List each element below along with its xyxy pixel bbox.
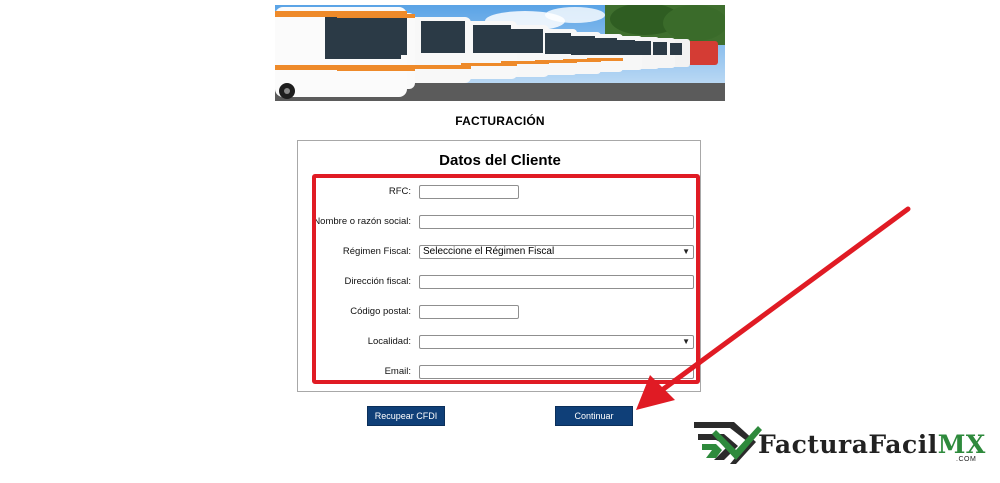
bus-fleet-banner-image <box>275 5 725 101</box>
logo-name: FacturaFacil <box>758 430 938 459</box>
logo-wordmark: FacturaFacilMX <box>758 430 986 459</box>
form-title-wrap: Datos del Cliente <box>0 152 1000 170</box>
logo-mx: MX <box>937 430 986 459</box>
page-heading: FACTURACIÓN <box>455 114 545 128</box>
recover-cfdi-button[interactable]: Recupear CFDI <box>367 406 445 426</box>
form-title: Datos del Cliente <box>439 152 561 169</box>
continue-button[interactable]: Continuar <box>555 406 633 426</box>
logo-suffix: .COM <box>956 456 977 463</box>
form-highlight-annotation <box>312 174 700 384</box>
